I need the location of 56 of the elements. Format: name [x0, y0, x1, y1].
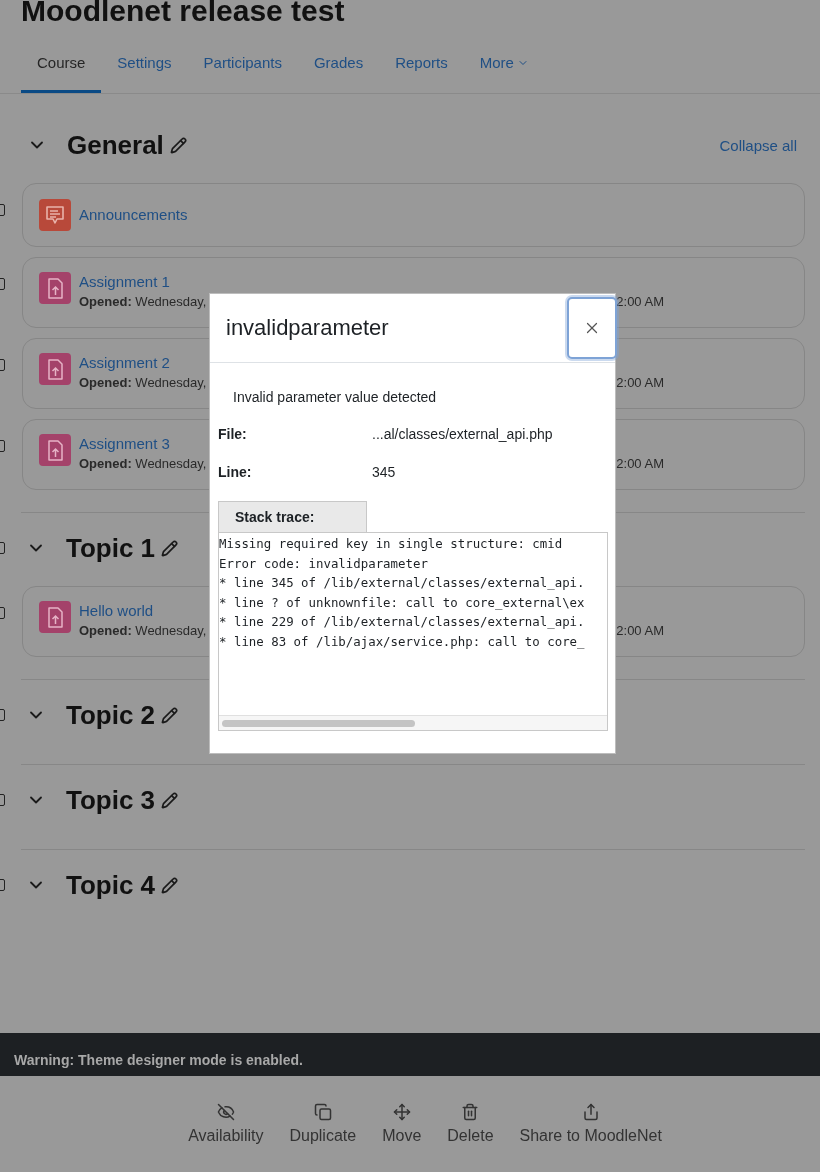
- activity-link[interactable]: Assignment 1: [79, 272, 170, 292]
- trash-icon: [461, 1103, 480, 1121]
- error-message: Invalid parameter value detected: [233, 389, 438, 405]
- scrollbar-thumb[interactable]: [222, 719, 415, 727]
- activity-date: Opened: Wednesday,: [79, 293, 207, 311]
- action-button[interactable]: Availability: [188, 1103, 264, 1145]
- section-title: Topic 4: [66, 869, 156, 901]
- activity-date: 2:00 AM: [616, 622, 664, 640]
- activity-link[interactable]: Announcements: [79, 205, 188, 225]
- forum-icon: [39, 199, 71, 231]
- activity-date: 2:00 AM: [616, 293, 664, 311]
- pencil-icon[interactable]: [161, 791, 179, 809]
- section-title: General: [67, 129, 164, 161]
- share-icon: [581, 1103, 600, 1121]
- pencil-icon[interactable]: [161, 876, 179, 894]
- dialog-title: invalidparameter: [226, 315, 389, 341]
- field-value: ...al/classes/external_api.php: [372, 425, 553, 443]
- nav-tab[interactable]: More: [463, 36, 545, 93]
- section-title: Topic 2: [66, 699, 156, 731]
- activity-date: 2:00 AM: [616, 455, 664, 473]
- assignment-icon: [39, 434, 71, 466]
- nav-tab[interactable]: Settings: [101, 36, 188, 93]
- pencil-icon[interactable]: [161, 706, 179, 724]
- action-button[interactable]: Delete: [447, 1103, 494, 1145]
- activity-date: Opened: Wednesday,: [79, 455, 207, 473]
- action-button[interactable]: Move: [382, 1103, 422, 1145]
- field-value: 345: [372, 463, 396, 481]
- eye-off-icon: [216, 1103, 235, 1121]
- nav-tab[interactable]: Course: [21, 36, 102, 93]
- assignment-icon: [39, 601, 71, 633]
- activity-link[interactable]: Hello world: [79, 601, 154, 621]
- stack-trace-text: Missing required key in single structure: cmid Error code: invalidparameter * line 345 of /lib/external/classes/external_api. * line ? of unknownfile: call to core_external\ex * line 229 of /lib/external/classes/external_api. * line 83 of /lib/ajax/service.php: call to core_: [219, 535, 586, 651]
- action-button[interactable]: Duplicate: [289, 1103, 357, 1145]
- nav-tab[interactable]: Participants: [187, 36, 298, 93]
- section-title: Topic 1: [66, 532, 156, 564]
- move-icon: [392, 1103, 411, 1121]
- copy-icon: [313, 1103, 332, 1121]
- section-title: Topic 3: [66, 784, 156, 816]
- activity-date: 2:00 AM: [616, 374, 664, 392]
- pencil-icon[interactable]: [161, 539, 179, 557]
- pencil-icon[interactable]: [169, 136, 187, 154]
- activity-date: Opened: Wednesday,: [79, 622, 207, 640]
- field-label: Line:: [218, 463, 253, 481]
- nav-tab[interactable]: Grades: [297, 36, 380, 93]
- warning-text: Warning: Theme designer mode is enabled.: [14, 1052, 303, 1068]
- assignment-icon: [39, 272, 71, 304]
- field-label: File:: [218, 425, 248, 443]
- collapse-all-link[interactable]: Collapse all: [719, 136, 797, 154]
- action-button[interactable]: Share to MoodleNet: [519, 1103, 662, 1145]
- activity-link[interactable]: Assignment 3: [79, 434, 170, 454]
- activity-date: Opened: Wednesday,: [79, 374, 207, 392]
- course-title: Moodlenet release test: [21, 0, 345, 26]
- assignment-icon: [39, 353, 71, 385]
- close-button[interactable]: [567, 297, 617, 359]
- activity-link[interactable]: Assignment 2: [79, 353, 170, 373]
- nav-tab[interactable]: Reports: [379, 36, 464, 93]
